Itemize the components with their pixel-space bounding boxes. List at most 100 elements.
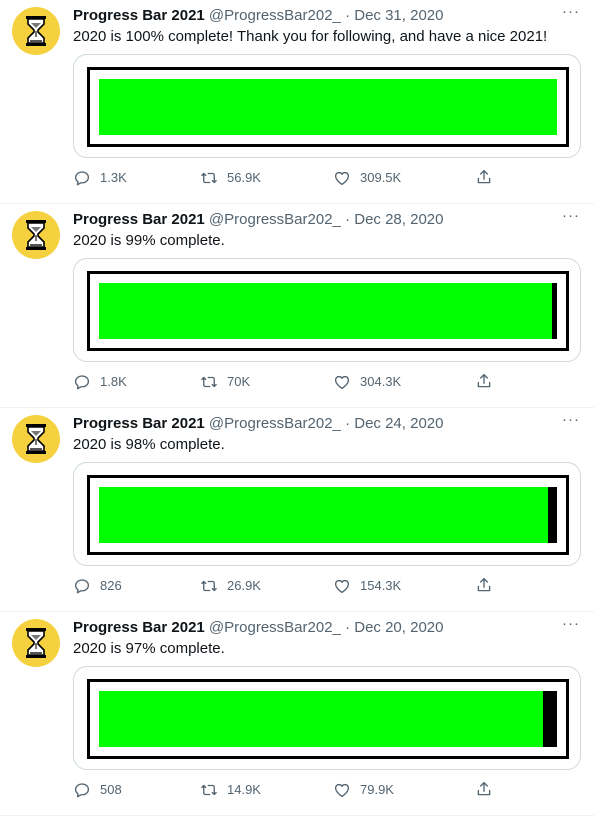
reply-button[interactable]: 508 [73,780,122,800]
progress-bar-fill [99,283,553,339]
retweet-button[interactable]: 14.9K [200,780,261,800]
retweet-icon [201,784,217,796]
separator-dot: · [345,7,351,24]
more-options-icon[interactable]: ··· [562,4,580,20]
timeline: Progress Bar 2021 @ProgressBar202_ · Dec… [0,0,594,816]
separator-dot: · [345,415,351,432]
author-handle[interactable]: @ProgressBar202_ [209,211,341,228]
reply-button[interactable]: 1.3K [73,168,127,188]
media-card[interactable] [73,54,581,158]
retweet-icon [201,376,217,388]
retweet-icon [201,172,217,184]
avatar[interactable] [12,415,60,463]
author-handle[interactable]: @ProgressBar202_ [209,619,341,636]
tweet-header: Progress Bar 2021 @ProgressBar202_ · Dec… [73,618,574,638]
tweet-date[interactable]: Dec 24, 2020 [354,415,443,432]
progress-bar-fill [99,79,557,135]
tweet-text: 2020 is 100% complete! Thank you for fol… [73,28,548,45]
reply-count: 1.8K [100,374,127,389]
avatar[interactable] [12,619,60,667]
hourglass-icon [26,220,46,250]
heart-icon [334,579,350,594]
like-button[interactable]: 79.9K [333,780,394,800]
share-button[interactable] [475,576,493,594]
tweet-date[interactable]: Dec 28, 2020 [354,211,443,228]
author-name[interactable]: Progress Bar 2021 [73,211,205,228]
retweet-button[interactable]: 70K [200,372,250,392]
avatar[interactable] [12,7,60,55]
retweet-button[interactable]: 56.9K [200,168,261,188]
like-count: 309.5K [360,170,402,185]
like-count: 304.3K [360,374,402,389]
tweet[interactable]: Progress Bar 2021 @ProgressBar202_ · Dec… [0,612,594,816]
heart-icon [334,171,350,186]
avatar[interactable] [12,211,60,259]
reply-count: 826 [100,578,122,593]
tweet-text: 2020 is 97% complete. [73,640,225,657]
hourglass-icon [26,628,46,658]
tweet-actions: 826 26.9K 154.3K [73,576,594,596]
progress-bar-track [99,487,557,543]
progress-bar-fill [99,487,548,543]
progress-bar-frame [87,679,569,759]
separator-dot: · [345,211,351,228]
heart-icon [334,375,350,390]
author-name[interactable]: Progress Bar 2021 [73,415,205,432]
share-icon [477,169,491,184]
author-name[interactable]: Progress Bar 2021 [73,7,205,24]
author-name[interactable]: Progress Bar 2021 [73,619,205,636]
share-button[interactable] [475,168,493,186]
reply-button[interactable]: 826 [73,576,122,596]
progress-bar-frame [87,271,569,351]
share-icon [477,373,491,388]
like-button[interactable]: 309.5K [333,168,401,188]
progress-bar-frame [87,475,569,555]
tweet-header: Progress Bar 2021 @ProgressBar202_ · Dec… [73,210,574,230]
more-options-icon[interactable]: ··· [562,412,580,428]
hourglass-icon [26,16,46,46]
tweet-actions: 508 14.9K 79.9K [73,780,594,800]
retweet-button[interactable]: 26.9K [200,576,261,596]
reply-count: 508 [100,782,122,797]
tweet[interactable]: Progress Bar 2021 @ProgressBar202_ · Dec… [0,408,594,612]
more-options-icon[interactable]: ··· [562,616,580,632]
reply-icon [74,171,90,186]
hourglass-icon [26,424,46,454]
media-card[interactable] [73,462,581,566]
media-card[interactable] [73,258,581,362]
reply-icon [74,579,90,594]
tweet-date[interactable]: Dec 20, 2020 [354,619,443,636]
tweet-header: Progress Bar 2021 @ProgressBar202_ · Dec… [73,6,574,26]
tweet-text: 2020 is 99% complete. [73,232,225,249]
separator-dot: · [345,619,351,636]
retweet-count: 70K [227,374,251,389]
more-options-icon[interactable]: ··· [562,208,580,224]
share-button[interactable] [475,372,493,390]
progress-bar-fill [99,691,544,747]
tweet[interactable]: Progress Bar 2021 @ProgressBar202_ · Dec… [0,204,594,408]
retweet-count: 14.9K [227,782,261,797]
tweet-date[interactable]: Dec 31, 2020 [354,7,443,24]
author-handle[interactable]: @ProgressBar202_ [209,7,341,24]
reply-icon [74,375,90,390]
like-button[interactable]: 154.3K [333,576,401,596]
tweet-actions: 1.3K 56.9K 309.5K [73,168,594,188]
media-card[interactable] [73,666,581,770]
retweet-count: 56.9K [227,170,261,185]
reply-count: 1.3K [100,170,127,185]
progress-bar-track [99,691,557,747]
author-handle[interactable]: @ProgressBar202_ [209,415,341,432]
like-count: 154.3K [360,578,402,593]
reply-icon [74,783,90,798]
tweet-actions: 1.8K 70K 304.3K [73,372,594,392]
tweet-text: 2020 is 98% complete. [73,436,225,453]
share-button[interactable] [475,780,493,798]
retweet-count: 26.9K [227,578,261,593]
like-button[interactable]: 304.3K [333,372,401,392]
tweet[interactable]: Progress Bar 2021 @ProgressBar202_ · Dec… [0,0,594,204]
heart-icon [334,783,350,798]
progress-bar-track [99,79,557,135]
reply-button[interactable]: 1.8K [73,372,127,392]
progress-bar-frame [87,67,569,147]
share-icon [477,577,491,592]
